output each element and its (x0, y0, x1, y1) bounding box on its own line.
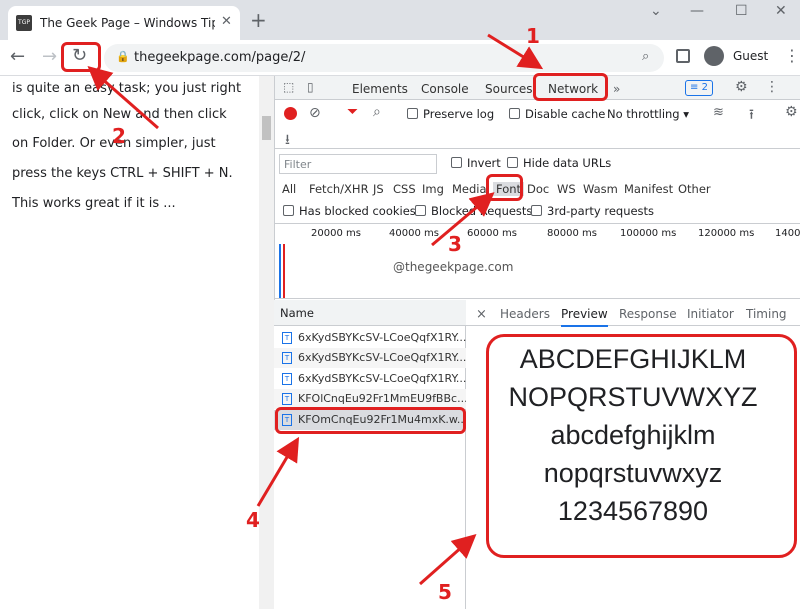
annotation-arrows (87, 33, 544, 586)
annotation-number: 1 (526, 24, 540, 48)
annotation-number: 2 (112, 124, 126, 148)
annotation-number: 5 (438, 580, 452, 604)
arrow-5 (419, 534, 477, 586)
arrow-4 (256, 436, 300, 507)
arrow-2 (87, 66, 159, 130)
annotation-number: 3 (448, 232, 462, 256)
annotation-number: 4 (246, 508, 260, 532)
